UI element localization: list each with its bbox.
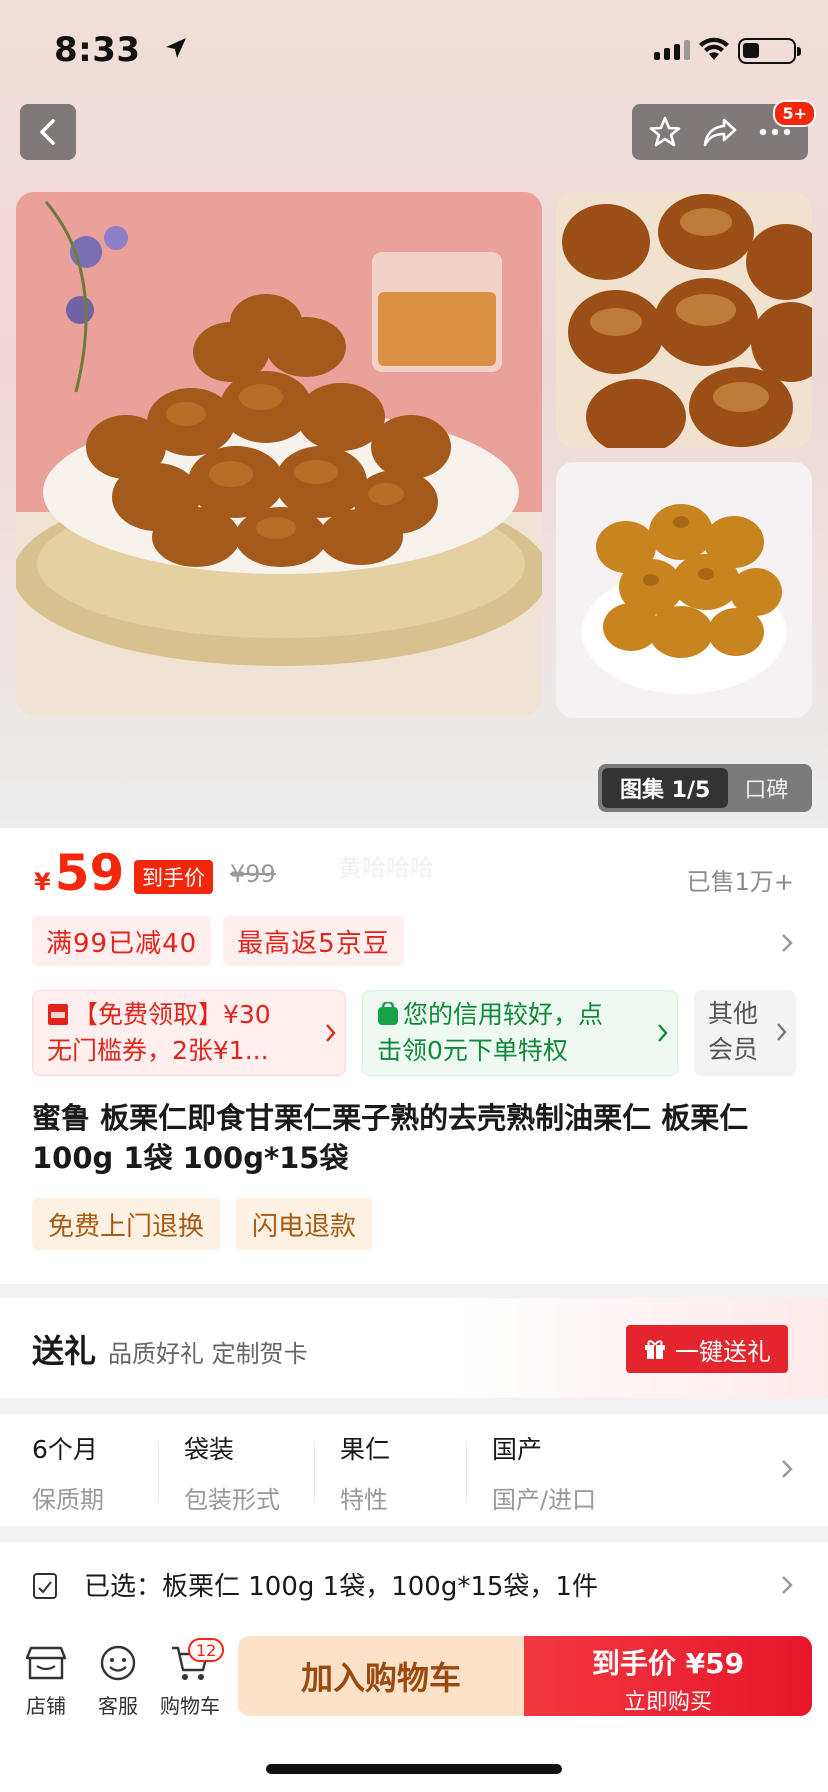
selected-variant-text: 已选：板栗仁 100g 1袋，100g*15袋，1件 — [84, 1572, 598, 1602]
promo-discount-tag: 满99已减40 — [32, 916, 212, 966]
coupon-bag-icon — [48, 1004, 68, 1025]
cellular-signal-icon — [654, 40, 690, 60]
sold-count: 已售1万+ — [686, 868, 794, 896]
more-dots-icon — [759, 128, 790, 136]
chevron-left-icon — [40, 119, 55, 145]
buy-now-label: 立即购买 — [623, 1690, 712, 1715]
current-price: ¥ 59 — [34, 848, 124, 904]
send-gift-button[interactable]: 一键送礼 — [626, 1325, 788, 1373]
tab-gallery[interactable]: 图集 1/5 — [602, 768, 729, 808]
tab-reviews[interactable]: 口碑 — [744, 772, 788, 804]
product-image-main[interactable] — [16, 192, 542, 716]
chevron-right-icon — [777, 1023, 787, 1041]
status-bar: 8:33 — [0, 0, 828, 100]
credit-line-2: 击领0元下单特权 — [377, 1036, 568, 1065]
coupon-benefit-card[interactable]: 【免费领取】¥30 无门槛券，2张¥1... — [32, 990, 346, 1076]
currency-symbol: ¥ — [34, 868, 51, 896]
other-member-card[interactable]: 其他 会员 — [694, 990, 796, 1076]
selection-box-icon — [33, 1573, 57, 1599]
spec-origin: 国产 国产/进口 — [492, 1435, 597, 1514]
share-icon — [703, 118, 737, 147]
cart-count-badge: 12 — [188, 1638, 225, 1662]
product-image-thumb-1[interactable] — [556, 192, 812, 448]
service-label: 客服 — [98, 1694, 138, 1718]
product-image-thumb-2[interactable] — [556, 462, 812, 718]
service-tags: 免费上门退换 闪电退款 — [32, 1198, 373, 1250]
gift-icon — [645, 1340, 665, 1359]
chevron-right-icon — [326, 1024, 336, 1042]
gift-title: 送礼 — [32, 1332, 97, 1370]
coupon-line-1: 【免费领取】¥30 — [73, 1000, 271, 1029]
message-count-badge: 5+ — [773, 100, 816, 127]
spec-feature: 果仁 特性 — [340, 1435, 391, 1514]
shop-label: 店铺 — [26, 1694, 66, 1718]
spec-packaging: 袋装 包装形式 — [184, 1435, 280, 1514]
send-gift-label: 一键送礼 — [675, 1337, 771, 1366]
gift-subtitle: 品质好礼 定制贺卡 — [108, 1340, 308, 1368]
coupon-line-2: 无门槛券，2张¥1... — [47, 1036, 269, 1065]
member-line-1: 其他 — [708, 999, 759, 1028]
store-icon — [25, 1646, 67, 1680]
final-price-badge: 到手价 — [134, 860, 213, 894]
home-indicator — [266, 1764, 562, 1774]
selected-variant-row[interactable]: 已选：板栗仁 100g 1袋，100g*15袋，1件 — [0, 1542, 828, 1628]
shop-button[interactable]: 店铺 — [14, 1644, 78, 1719]
chevron-right-icon — [782, 1460, 793, 1478]
add-to-cart-button[interactable]: 加入购物车 — [238, 1636, 524, 1716]
buy-now-button[interactable]: 到手价 ¥59 立即购买 — [524, 1636, 812, 1716]
credit-line-1: 您的信用较好，点 — [403, 1000, 604, 1029]
service-tag-return[interactable]: 免费上门退换 — [32, 1198, 221, 1250]
promo-beans-tag: 最高返5京豆 — [223, 916, 404, 966]
shopping-bag-icon — [378, 1000, 398, 1025]
chat-face-icon — [100, 1645, 136, 1681]
original-price: ¥99 — [230, 860, 276, 888]
share-button[interactable] — [700, 112, 740, 152]
gallery-tab-switch: 图集 1/5 口碑 — [598, 764, 812, 812]
divider — [314, 1442, 315, 1502]
customer-service-button[interactable]: 客服 — [86, 1644, 150, 1719]
product-gallery-hero: 8:33 5+ 图集 1/5 口碑 — [0, 0, 828, 828]
price-value: 59 — [54, 844, 125, 902]
status-time: 8:33 — [54, 30, 141, 70]
spec-summary[interactable]: 6个月 保质期 袋装 包装形式 果仁 特性 国产 国产/进口 — [0, 1414, 828, 1526]
divider — [466, 1442, 467, 1502]
gift-section: 送礼 品质好礼 定制贺卡 一键送礼 — [0, 1298, 828, 1398]
location-arrow-icon — [166, 38, 186, 58]
star-icon — [650, 116, 681, 147]
service-tag-refund[interactable]: 闪电退款 — [236, 1198, 373, 1250]
member-line-2: 会员 — [708, 1035, 759, 1064]
buy-price-label: 到手价 ¥59 — [591, 1647, 745, 1680]
cart-label: 购物车 — [160, 1694, 220, 1718]
wifi-icon — [699, 37, 729, 60]
back-button[interactable] — [20, 104, 76, 160]
chevron-right-icon — [658, 1024, 668, 1042]
favorite-button[interactable] — [645, 112, 685, 152]
spec-shelf-life: 6个月 保质期 — [32, 1435, 104, 1514]
product-title: 蜜鲁 板栗仁即食甘栗仁栗子熟的去壳熟制油栗仁 板栗仁 100g 1袋 100g*… — [32, 1101, 749, 1175]
chevron-right-icon[interactable] — [780, 932, 794, 954]
battery-icon — [738, 38, 801, 64]
divider — [158, 1442, 159, 1502]
promotion-row[interactable]: 满99已减40 最高返5京豆 — [32, 916, 404, 966]
watermark-text: 黄哈哈哈 — [338, 854, 434, 882]
chevron-right-icon — [782, 1576, 793, 1594]
credit-benefit-card[interactable]: 您的信用较好，点 击领0元下单特权 — [362, 990, 678, 1076]
